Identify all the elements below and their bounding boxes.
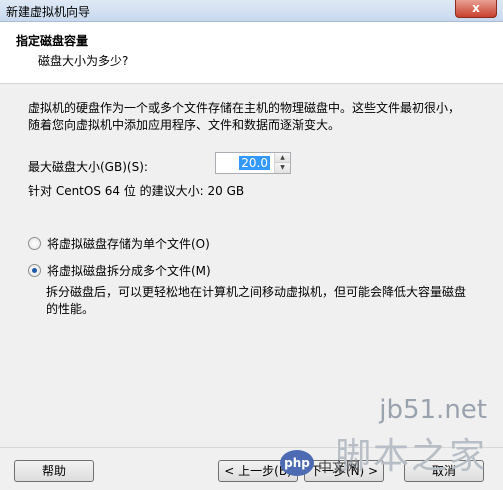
radio-multiple-files-label: 将虚拟磁盘拆分成多个文件(M) (47, 264, 211, 278)
wizard-header: 指定磁盘容量 磁盘大小为多少? (0, 22, 503, 84)
radio-single-file[interactable]: 将虚拟磁盘存储为单个文件(O) (28, 235, 210, 252)
watermark-badge: php (280, 450, 314, 476)
recommended-size-text: 针对 CentOS 64 位 的建议大小: 20 GB (28, 184, 245, 198)
new-vm-wizard-window: 新建虚拟机向导 x 指定磁盘容量 磁盘大小为多少? 虚拟机的硬盘作为一个或多个文… (0, 0, 503, 490)
title-bar: 新建虚拟机向导 x (0, 0, 503, 22)
close-button[interactable]: x (455, 0, 497, 18)
radio-single-file-label: 将虚拟磁盘存储为单个文件(O) (47, 237, 210, 251)
page-title: 指定磁盘容量 (16, 34, 89, 48)
watermark-badge-text: 中文网 (318, 460, 360, 476)
radio-single-file-button[interactable] (28, 237, 41, 250)
disk-size-input[interactable]: 20.0 (218, 155, 272, 171)
spin-up-icon[interactable]: ▲ (275, 153, 290, 163)
radio-multiple-files-button[interactable] (28, 264, 41, 277)
radio-multiple-files[interactable]: 将虚拟磁盘拆分成多个文件(M) (28, 262, 211, 279)
spin-down-icon[interactable]: ▼ (275, 163, 290, 173)
disk-size-spinbox[interactable]: 20.0 ▲ ▼ (215, 152, 291, 174)
window-title: 新建虚拟机向导 (6, 5, 91, 19)
split-note-text: 拆分磁盘后，可以更轻松地在计算机之间移动虚拟机，但可能会降低大容量磁盘的性能。 (46, 285, 467, 316)
spin-arrows: ▲ ▼ (274, 153, 290, 173)
help-button[interactable]: 帮助 (14, 460, 94, 482)
disk-size-value: 20.0 (239, 156, 270, 170)
page-subtitle: 磁盘大小为多少? (38, 54, 129, 68)
watermark-site: jb51.net (379, 395, 487, 425)
description-text: 虚拟机的硬盘作为一个或多个文件存储在主机的物理磁盘中。这些文件最初很小，随着您向… (28, 101, 461, 132)
watermark: jb51.net 脚本之家 php 中文网 (280, 395, 495, 490)
disk-size-label: 最大磁盘大小(GB)(S): (28, 160, 148, 174)
